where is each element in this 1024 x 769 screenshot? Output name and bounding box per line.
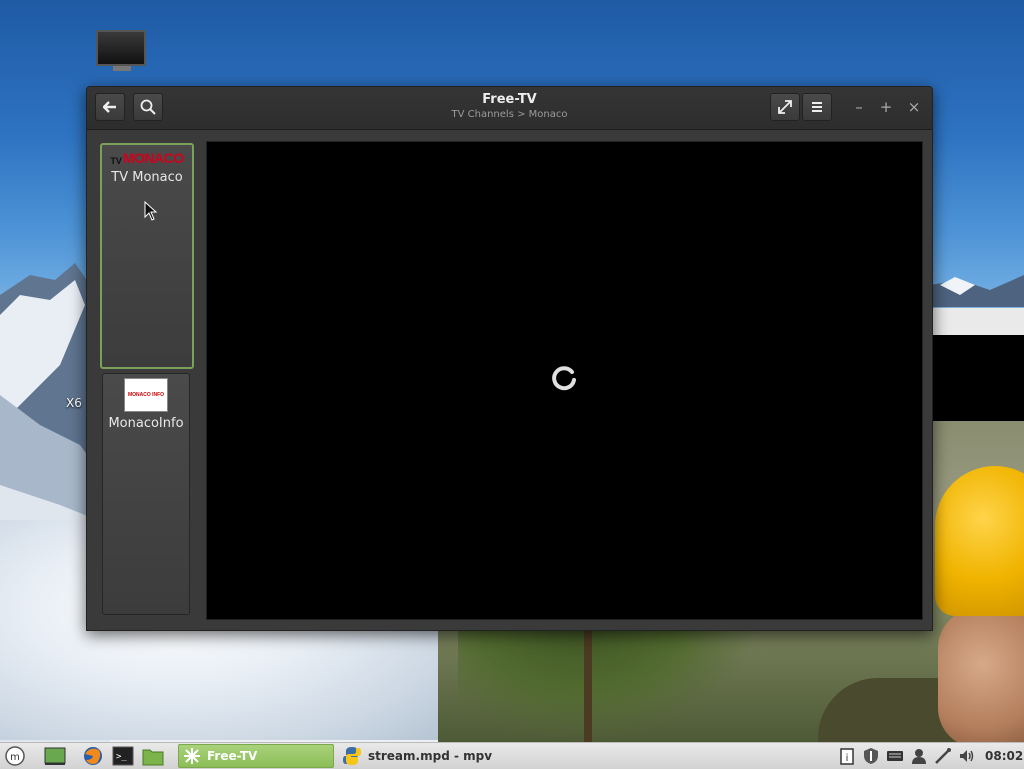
terminal-icon[interactable]: >_: [112, 746, 134, 766]
channel-name: MonacoInfo: [108, 416, 184, 431]
channel-item-monacoinfo[interactable]: MONACO INFO MonacoInfo: [102, 373, 190, 615]
mouse-cursor: [144, 201, 158, 221]
search-icon: [140, 99, 156, 115]
svg-text:m: m: [10, 752, 20, 763]
maximize-button[interactable]: +: [876, 97, 896, 117]
breadcrumb: TV Channels > Monaco: [451, 109, 568, 120]
minimize-icon: –: [855, 98, 863, 116]
window-title: Free-TV: [482, 92, 537, 107]
mint-menu-icon[interactable]: m: [4, 746, 26, 766]
taskbar: m >_ Free-TV stream.mpd - mpv i 08:02: [0, 742, 1024, 769]
fullscreen-button[interactable]: [770, 93, 800, 121]
python-icon: [343, 747, 361, 765]
free-tv-app-icon: [184, 748, 200, 764]
fullscreen-icon: [778, 100, 792, 114]
loading-spinner-icon: [552, 366, 576, 391]
volume-icon[interactable]: [958, 747, 976, 765]
search-button[interactable]: [133, 93, 163, 121]
back-button[interactable]: [95, 93, 125, 121]
task-mpv[interactable]: stream.mpd - mpv: [338, 744, 494, 768]
minimize-button[interactable]: –: [849, 97, 869, 117]
close-icon: ×: [907, 98, 921, 116]
maximize-icon: +: [879, 98, 893, 116]
computer-desktop-icon[interactable]: [96, 30, 148, 74]
tv-monaco-logo: TV MONACO: [110, 150, 184, 166]
svg-text:i: i: [846, 753, 849, 764]
free-tv-window: Free-TV TV Channels > Monaco – + × TV MON…: [86, 86, 933, 631]
desktop-icon-label[interactable]: X6: [66, 396, 82, 410]
show-desktop-icon[interactable]: [44, 746, 66, 766]
task-free-tv[interactable]: Free-TV: [178, 744, 334, 768]
svg-text:>_: >_: [116, 752, 127, 762]
monacoinfo-logo: MONACO INFO: [124, 378, 168, 412]
shield-icon[interactable]: [862, 747, 880, 765]
firefox-icon[interactable]: [82, 746, 104, 766]
update-manager-icon[interactable]: i: [838, 747, 856, 765]
network-icon[interactable]: [934, 747, 952, 765]
back-arrow-icon: [103, 101, 116, 113]
header-bar: Free-TV TV Channels > Monaco – + ×: [87, 87, 932, 130]
channel-item-tv-monaco[interactable]: TV MONACO TV Monaco: [100, 143, 194, 369]
video-player[interactable]: [206, 141, 923, 620]
menu-icon: [812, 102, 822, 112]
user-icon[interactable]: [910, 747, 928, 765]
menu-button[interactable]: [802, 93, 832, 121]
keyboard-icon[interactable]: [886, 747, 904, 765]
close-button[interactable]: ×: [904, 97, 924, 117]
files-icon[interactable]: [142, 746, 164, 766]
channel-name: TV Monaco: [111, 170, 183, 185]
clock[interactable]: 08:02: [985, 749, 1023, 763]
